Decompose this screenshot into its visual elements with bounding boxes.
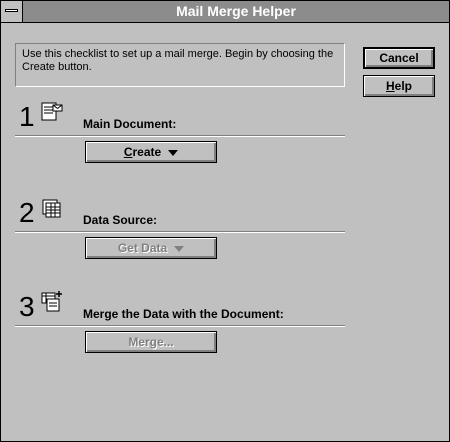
step-number: 2	[19, 197, 35, 228]
divider	[15, 135, 345, 137]
get-data-button[interactable]: Get Data	[85, 237, 217, 259]
step-number: 1	[19, 101, 35, 132]
create-button-label: Create	[123, 145, 162, 159]
dropdown-arrow-icon	[168, 149, 179, 156]
merge-button-label: Merge...	[128, 335, 174, 349]
cancel-button[interactable]: Cancel	[363, 47, 435, 69]
title-bar[interactable]: Mail Merge Helper	[1, 1, 449, 23]
cancel-button-label: Cancel	[379, 51, 419, 65]
merge-button[interactable]: Merge...	[85, 331, 217, 353]
step-merge: 3 Merge the Data with the Document:	[15, 291, 345, 323]
create-button[interactable]: Create	[85, 141, 217, 163]
step-data-source: 2 Data Source:	[15, 197, 345, 229]
step-main-document: 1 Main Document:	[15, 101, 345, 133]
window-title: Mail Merge Helper	[176, 3, 296, 19]
system-menu-button[interactable]	[1, 1, 23, 22]
mail-merge-helper-dialog: Mail Merge Helper Use this checklist to …	[0, 0, 450, 442]
dropdown-arrow-icon	[174, 245, 185, 252]
merge-icon	[41, 290, 63, 317]
divider	[15, 325, 345, 327]
main-document-icon	[41, 102, 63, 127]
step-label: Merge the Data with the Document:	[83, 307, 284, 321]
get-data-button-label: Get Data	[117, 241, 168, 255]
divider	[15, 231, 345, 233]
step-label: Main Document:	[83, 117, 177, 131]
help-button[interactable]: Help	[363, 75, 435, 97]
data-source-icon	[41, 198, 63, 223]
system-menu-icon	[5, 9, 18, 12]
step-label: Data Source:	[83, 213, 158, 227]
help-button-label: Help	[385, 79, 412, 93]
instructions-box: Use this checklist to set up a mail merg…	[15, 43, 345, 87]
instructions-text: Use this checklist to set up a mail merg…	[22, 48, 334, 73]
step-number: 3	[19, 291, 35, 322]
